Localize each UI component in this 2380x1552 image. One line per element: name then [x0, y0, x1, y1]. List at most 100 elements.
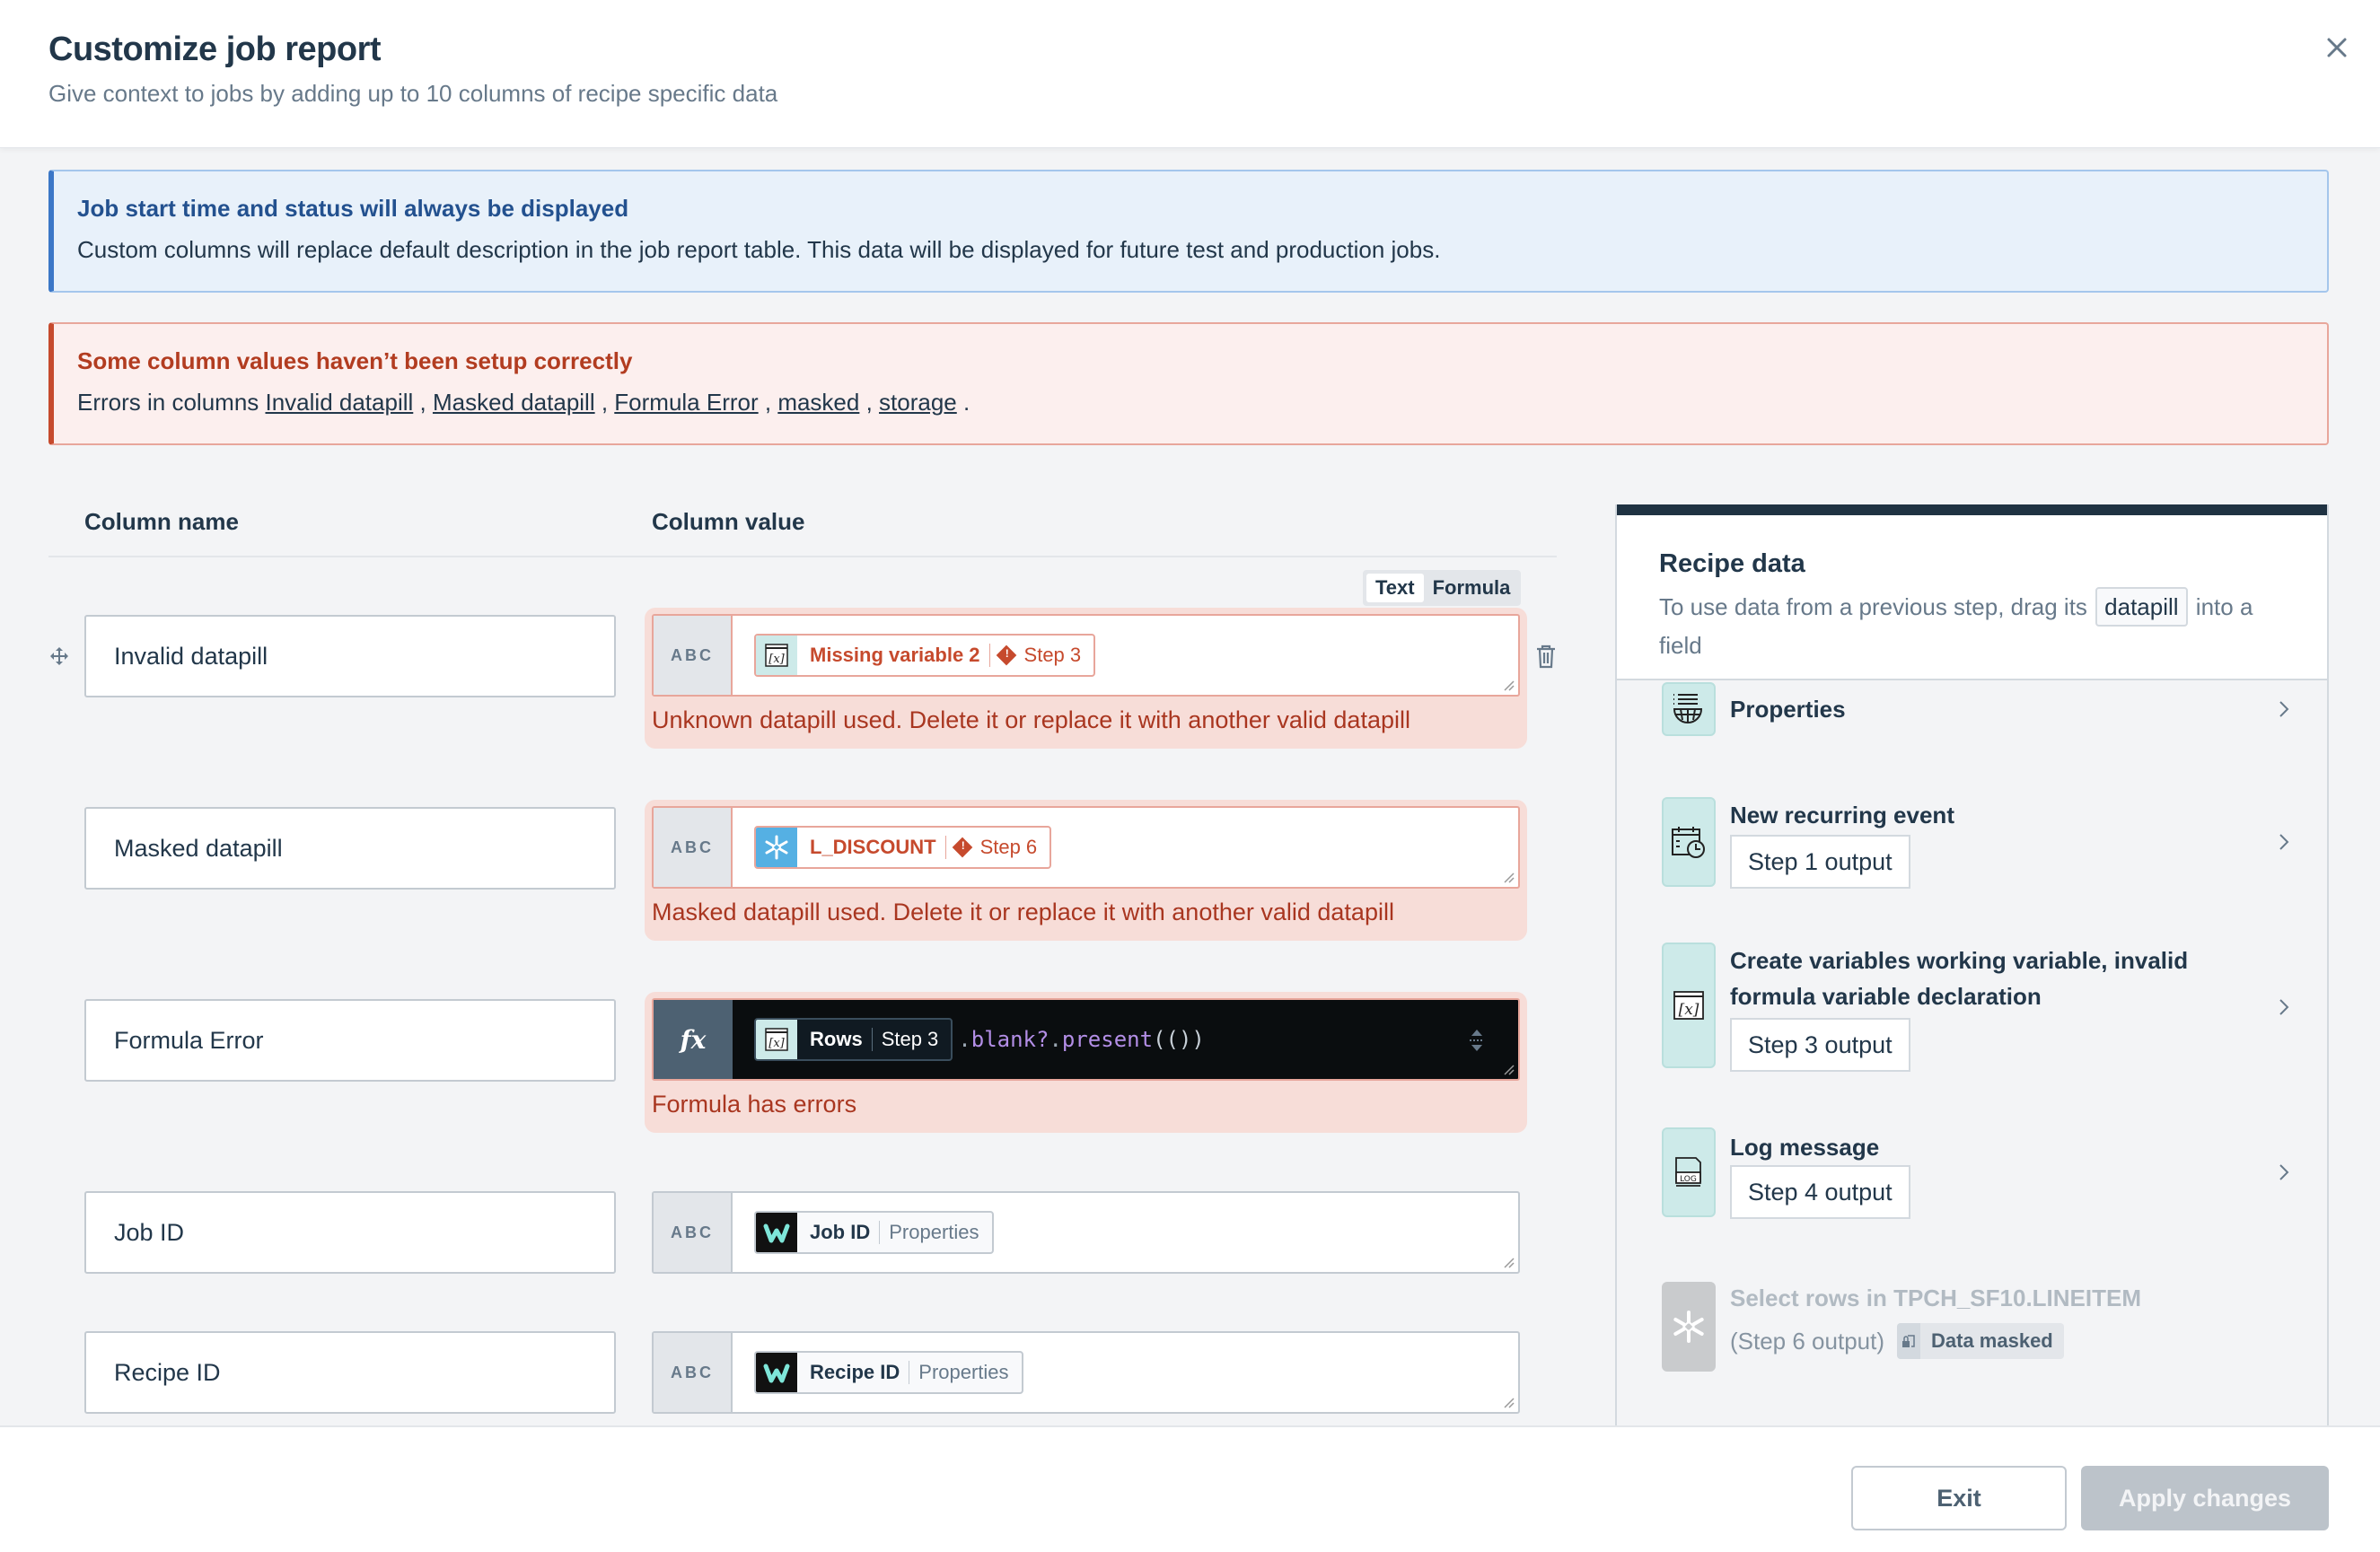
resize-handle-icon[interactable]	[1502, 679, 1515, 691]
datapill[interactable]: Job ID Properties	[754, 1211, 994, 1254]
panel-title: Recipe data	[1659, 549, 1805, 578]
text-type-tag: ABC	[654, 1193, 733, 1272]
snowflake-icon	[756, 828, 797, 867]
modal-footer: Exit Apply changes	[0, 1425, 2380, 1552]
step-title: New recurring event	[1730, 802, 1954, 829]
column-name-input[interactable]: Invalid datapill	[84, 615, 616, 697]
delete-icon[interactable]	[1535, 644, 1557, 669]
apply-changes-button[interactable]: Apply changes	[2081, 1466, 2329, 1530]
exit-button[interactable]: Exit	[1851, 1466, 2067, 1530]
datapill[interactable]: [x] Missing variable 2 Step 3	[754, 634, 1096, 677]
info-alert-body: Custom columns will replace default desc…	[77, 236, 1441, 263]
column-value-input[interactable]: ABC [x] Missing variable 2 Step 3	[652, 614, 1520, 697]
drag-handle-icon[interactable]	[48, 645, 70, 667]
error-link-invalid-datapill[interactable]: Invalid datapill	[266, 389, 414, 416]
error-alert-body: Errors in columns Invalid datapill , Mas…	[77, 389, 970, 416]
step-output-pill[interactable]: Step 3 output	[1730, 1018, 1910, 1072]
text-type-tag: ABC	[654, 1333, 733, 1412]
step-title: Log message	[1730, 1134, 1880, 1161]
error-link-masked[interactable]: masked	[777, 389, 859, 416]
text-type-tag: ABC	[654, 808, 733, 887]
pill-separator	[944, 836, 946, 859]
error-alert-prefix: Errors in columns	[77, 389, 266, 416]
error-link-masked-datapill[interactable]: Masked datapill	[433, 389, 595, 416]
text-type-tag: ABC	[654, 616, 733, 695]
step-title: Create variables working variable, inval…	[1730, 947, 2189, 1010]
datapill[interactable]: L_DISCOUNT Step 6	[754, 826, 1052, 869]
separator: ,	[758, 389, 778, 416]
resize-handle-icon[interactable]	[1502, 1256, 1515, 1268]
chevron-right-icon[interactable]	[2278, 699, 2290, 719]
modal-header: Customize job report Give context to job…	[0, 0, 2380, 148]
formula-input[interactable]: fx [x] Rows Step 3 .blank?.present(())	[652, 998, 1520, 1081]
step-output-label: (Step 6 output)	[1730, 1328, 1884, 1355]
error-link-storage[interactable]: storage	[879, 389, 957, 416]
badge-label: Data masked	[1931, 1329, 2053, 1352]
column-name-header: Column name	[84, 508, 239, 535]
step-item-log-message[interactable]: LOG Log message Step 4 output	[1662, 1127, 2290, 1221]
pill-separator	[871, 1028, 873, 1051]
column-value-input[interactable]: ABC Job ID Properties	[652, 1191, 1520, 1274]
step-item-new-recurring-event[interactable]: New recurring event Step 1 output	[1662, 794, 2290, 919]
resize-handle-icon[interactable]	[1502, 1063, 1515, 1075]
error-alert-title: Some column values haven’t been setup co…	[77, 347, 633, 374]
calendar-clock-icon	[1662, 797, 1716, 887]
panel-top-bar	[1617, 504, 2327, 515]
separator: ,	[594, 389, 615, 416]
step-output-pill[interactable]: Step 4 output	[1730, 1165, 1910, 1219]
error-alert: Some column values haven’t been setup co…	[48, 322, 2329, 445]
datapill-source: Step 3	[881, 1028, 939, 1050]
column-name-input[interactable]: Job ID	[84, 1191, 616, 1274]
panel-desc-text: To use data from a previous step, drag i…	[1659, 593, 2087, 620]
step-item-properties[interactable]: Properties	[1662, 682, 2290, 736]
separator: ,	[413, 389, 433, 416]
step-output-pill[interactable]: Step 1 output	[1730, 835, 1910, 889]
datapill-name: L_DISCOUNT	[810, 836, 936, 858]
step-item-create-variables[interactable]: [x] Create variables working variable, i…	[1662, 943, 2290, 1077]
resize-handle-icon[interactable]	[1502, 1396, 1515, 1408]
column-value-input[interactable]: ABC Recipe ID Properties	[652, 1331, 1520, 1414]
datapill-source: Properties	[889, 1221, 979, 1243]
column-name-input[interactable]: Formula Error	[84, 999, 616, 1082]
panel-header: Recipe data To use data from a previous …	[1617, 515, 2327, 680]
inline-datapill: datapill	[2095, 587, 2188, 627]
panel-description: To use data from a previous step, drag i…	[1659, 587, 2288, 664]
datapill[interactable]: [x] Rows Step 3	[754, 1018, 953, 1061]
variable-icon: [x]	[756, 1020, 797, 1059]
resize-handle-icon[interactable]	[1502, 871, 1515, 883]
datapill-name: Rows	[810, 1028, 863, 1050]
page-subtitle: Give context to jobs by adding up to 10 …	[48, 80, 778, 107]
field-error-message: Masked datapill used. Delete it or repla…	[652, 899, 1394, 925]
datapill[interactable]: Recipe ID Properties	[754, 1351, 1023, 1394]
datapill-source: Step 3	[1023, 644, 1082, 666]
text-formula-toggle[interactable]: Text Formula	[1363, 570, 1521, 606]
column-name-input[interactable]: Recipe ID	[84, 1331, 616, 1414]
column-value-header: Column value	[652, 508, 805, 535]
toggle-formula[interactable]: Formula	[1424, 574, 1520, 602]
svg-text:LOG: LOG	[1680, 1175, 1697, 1184]
chevron-right-icon[interactable]	[2278, 1162, 2290, 1182]
chevron-right-icon[interactable]	[2278, 832, 2290, 852]
error-alert-suffix: .	[956, 389, 970, 416]
log-icon: LOG	[1662, 1127, 1716, 1217]
pill-separator	[988, 644, 990, 667]
toggle-text[interactable]: Text	[1366, 574, 1424, 602]
step-title: Properties	[1730, 696, 1846, 723]
column-value-input[interactable]: ABC L_DISCOUNT Step 6	[652, 806, 1520, 889]
expand-stepper-icon[interactable]	[1468, 1027, 1486, 1054]
column-name-input[interactable]: Masked datapill	[84, 807, 616, 890]
datapill-source: Properties	[918, 1361, 1009, 1383]
close-icon[interactable]	[2325, 36, 2349, 59]
workato-icon	[756, 1213, 797, 1252]
datapill-source: Step 6	[979, 836, 1038, 858]
formula-dot: .	[958, 1027, 971, 1052]
chevron-right-icon[interactable]	[2278, 997, 2290, 1017]
separator: ,	[859, 389, 880, 416]
formula-parens: (())	[1153, 1027, 1205, 1052]
header-divider	[48, 556, 1557, 557]
lock-icon	[1897, 1323, 1920, 1359]
error-link-formula-error[interactable]: Formula Error	[614, 389, 758, 416]
info-alert: Job start time and status will always be…	[48, 170, 2329, 293]
formula-method: blank?	[970, 1027, 1049, 1052]
svg-text:[x]: [x]	[1679, 1001, 1699, 1019]
